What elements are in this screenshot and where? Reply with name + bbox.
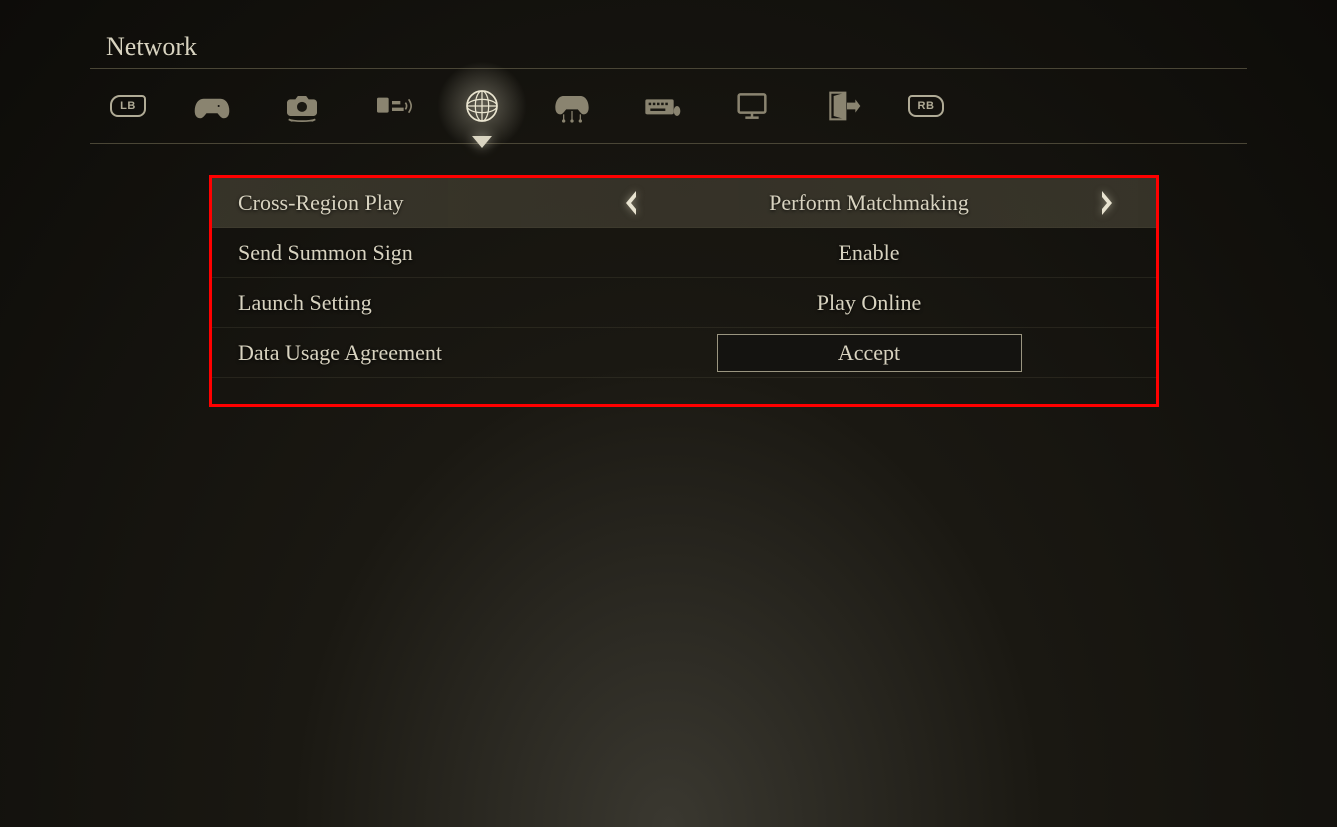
setting-value: Perform Matchmaking <box>769 190 969 216</box>
setting-row-cross-region[interactable]: Cross-Region Play Perform Matchmaking <box>212 178 1156 228</box>
setting-label: Data Usage Agreement <box>232 340 602 366</box>
bumper-left-icon[interactable]: LB <box>110 95 146 117</box>
tab-sound[interactable] <box>368 82 416 130</box>
tab-controller[interactable] <box>188 82 236 130</box>
setting-value-area: Play Online <box>602 290 1136 316</box>
page-title: Network <box>106 32 197 62</box>
accept-button[interactable]: Accept <box>717 334 1022 372</box>
settings-panel: Cross-Region Play Perform Matchmaking Se… <box>209 175 1159 407</box>
tab-bar: LB <box>90 68 1247 144</box>
tab-camera[interactable] <box>278 82 326 130</box>
setting-value: Play Online <box>817 290 922 316</box>
setting-label: Send Summon Sign <box>232 240 602 266</box>
tab-quit[interactable] <box>818 82 866 130</box>
controller-mapping-icon <box>552 86 592 126</box>
chevron-left-icon[interactable] <box>622 189 640 217</box>
bumper-right-icon[interactable]: RB <box>908 95 944 117</box>
tab-keyboard[interactable] <box>638 82 686 130</box>
keyboard-icon <box>642 86 682 126</box>
sound-icon <box>372 86 412 126</box>
tab-display[interactable] <box>728 82 776 130</box>
controller-icon <box>192 86 232 126</box>
setting-row-data-usage[interactable]: Data Usage Agreement Accept <box>212 328 1156 378</box>
tab-controls-layout[interactable] <box>548 82 596 130</box>
monitor-icon <box>732 86 772 126</box>
setting-row-summon-sign[interactable]: Send Summon Sign Enable <box>212 228 1156 278</box>
setting-label: Launch Setting <box>232 290 602 316</box>
active-tab-arrow-icon <box>472 136 492 148</box>
exit-door-icon <box>822 86 862 126</box>
camera-icon <box>282 86 322 126</box>
setting-label: Cross-Region Play <box>232 190 602 216</box>
setting-value-area: Accept <box>602 334 1136 372</box>
tab-network[interactable] <box>458 82 506 130</box>
setting-value-area: Perform Matchmaking <box>602 190 1136 216</box>
setting-value: Enable <box>838 240 899 266</box>
chevron-right-icon[interactable] <box>1098 189 1116 217</box>
setting-row-launch[interactable]: Launch Setting Play Online <box>212 278 1156 328</box>
setting-value-area: Enable <box>602 240 1136 266</box>
globe-icon <box>462 86 502 126</box>
